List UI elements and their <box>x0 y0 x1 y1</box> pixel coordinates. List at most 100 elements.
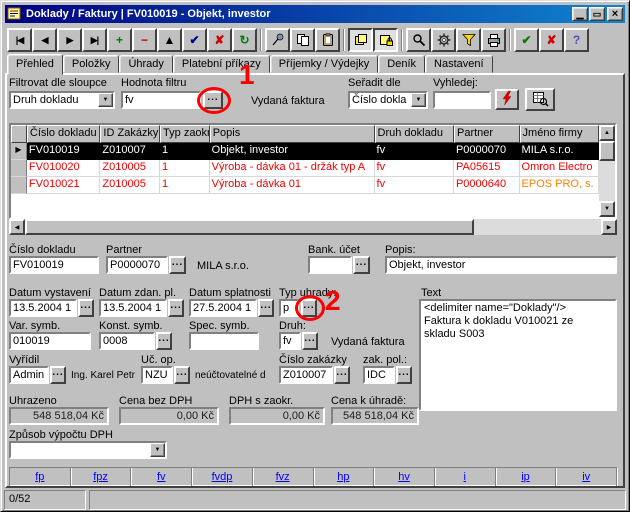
cena-bez-dph-label: Cena bez DPH <box>119 395 192 407</box>
scroll-left-button[interactable]: ◀ <box>9 219 25 235</box>
vertical-scroll-thumb[interactable] <box>599 141 615 161</box>
filter-value-input[interactable] <box>121 91 201 109</box>
bank-ucet-lookup-button[interactable]: ... <box>353 256 370 274</box>
link-fpz[interactable]: fpz <box>93 471 108 483</box>
link-i[interactable]: i <box>464 471 466 483</box>
var-symb-input[interactable] <box>9 332 91 350</box>
datum-splatnosti-picker-button[interactable]: ... <box>258 299 274 317</box>
grid-header-cislo-dokladu[interactable]: Číslo dokladu <box>27 125 101 143</box>
add-record-button[interactable]: + <box>107 28 132 52</box>
cislo-dokladu-input[interactable] <box>9 256 99 274</box>
spec-symb-input[interactable] <box>189 332 259 350</box>
link-hp[interactable]: hp <box>337 471 349 483</box>
link-iv[interactable]: iv <box>582 471 590 483</box>
confirm-button[interactable]: ✔ <box>514 28 539 52</box>
first-record-button[interactable]: |◀ <box>7 28 32 52</box>
documents-button[interactable] <box>348 28 373 52</box>
grid-search-button[interactable] <box>525 88 555 111</box>
next-record-button[interactable]: ▶ <box>57 28 82 52</box>
grid-header-partner[interactable]: Partner <box>454 125 520 143</box>
search-button[interactable] <box>406 28 431 52</box>
prev-record-button[interactable]: ◀ <box>32 28 57 52</box>
zak-pol-input[interactable] <box>363 366 395 384</box>
help-button[interactable]: ? <box>564 28 589 52</box>
text-memo[interactable]: <delimiter name="Doklady"/> Faktura k do… <box>419 299 617 411</box>
link-fvz[interactable]: fvz <box>276 471 290 483</box>
bank-ucet-input[interactable] <box>308 256 352 274</box>
close-form-button[interactable]: ✘ <box>539 28 564 52</box>
grid-header-popis[interactable]: Popis <box>210 125 375 143</box>
scroll-down-button[interactable]: ▼ <box>599 201 615 217</box>
search-input[interactable] <box>433 91 491 109</box>
tab-uhrady[interactable]: Úhrady <box>119 55 172 73</box>
typ-uhrady-lookup-button[interactable]: ... <box>301 299 317 317</box>
execute-search-button[interactable] <box>495 89 519 110</box>
cislo-zakazky-input[interactable] <box>279 366 333 384</box>
datum-zdan-pl-picker-button[interactable]: ... <box>168 299 184 317</box>
uc-op-lookup-button[interactable]: ... <box>174 366 190 384</box>
scroll-right-button[interactable]: ▶ <box>601 219 617 235</box>
sort-select[interactable]: Číslo dokla ▼ <box>348 91 428 109</box>
settings-button[interactable] <box>431 28 456 52</box>
pin-button[interactable] <box>265 28 290 52</box>
scroll-up-button[interactable]: ▲ <box>599 125 615 141</box>
grid-header-druh-dokladu[interactable]: Druh dokladu <box>375 125 454 143</box>
link-fp[interactable]: fp <box>35 471 44 483</box>
partner-input[interactable] <box>106 256 168 274</box>
link-fvdp[interactable]: fvdp <box>212 471 233 483</box>
druh-input[interactable] <box>279 332 301 350</box>
tab-nastaveni[interactable]: Nastavení <box>425 55 493 73</box>
table-row[interactable]: ▶ FV010019 Z010007 1 Objekt, investor fv… <box>11 143 599 160</box>
konst-symb-lookup-button[interactable]: ... <box>156 332 172 350</box>
tab-polozky[interactable]: Položky <box>63 55 120 73</box>
last-record-button[interactable]: ▶| <box>82 28 107 52</box>
post-record-button[interactable]: ✔ <box>182 28 207 52</box>
horizontal-scroll-thumb[interactable] <box>25 219 474 235</box>
uc-op-input[interactable] <box>141 366 173 384</box>
card-index-button[interactable] <box>373 28 398 52</box>
refresh-button[interactable]: ↻ <box>232 28 257 52</box>
copy-button[interactable] <box>290 28 315 52</box>
paste-button[interactable] <box>315 28 340 52</box>
tab-platebni-prikazy[interactable]: Platební příkazy <box>173 55 270 73</box>
cancel-edit-button[interactable]: ✘ <box>207 28 232 52</box>
grid-header-jmeno-firmy[interactable]: Jméno firmy <box>520 125 599 143</box>
grid-header-id-zakazky[interactable]: ID Zakázky <box>100 125 160 143</box>
grid-header-typ-zaokr[interactable]: Typ zaokr. <box>160 125 210 143</box>
zpusob-vypoctu-dph-select[interactable]: ▼ <box>9 441 167 459</box>
filter-button[interactable] <box>456 28 481 52</box>
tab-prijemky-vydejky[interactable]: Příjemky / Výdejky <box>270 55 378 73</box>
cislo-zakazky-lookup-button[interactable]: ... <box>334 366 350 384</box>
datum-vystaveni-picker-button[interactable]: ... <box>78 299 94 317</box>
filter-column-select[interactable]: Druh dokladu ▼ <box>9 91 115 109</box>
tab-denik[interactable]: Deník <box>378 55 425 73</box>
grid-header-selector[interactable] <box>11 125 27 143</box>
table-row[interactable]: FV010021 Z010005 1 Výroba - dávka 01 fv … <box>11 177 599 194</box>
datum-vystaveni-input[interactable] <box>9 299 77 317</box>
chevron-down-icon[interactable]: ▼ <box>150 443 165 457</box>
minimize-button[interactable]: ▁ <box>572 7 588 21</box>
datum-zdan-pl-input[interactable] <box>99 299 167 317</box>
vyridil-input[interactable] <box>9 366 49 384</box>
link-ip[interactable]: ip <box>521 471 530 483</box>
druh-lookup-button[interactable]: ... <box>302 332 318 350</box>
link-fv[interactable]: fv <box>157 471 166 483</box>
link-hv[interactable]: hv <box>398 471 410 483</box>
vyridil-lookup-button[interactable]: ... <box>50 366 66 384</box>
datum-splatnosti-input[interactable] <box>189 299 257 317</box>
print-button[interactable] <box>481 28 506 52</box>
popis-input[interactable] <box>385 256 617 274</box>
chevron-down-icon[interactable]: ▼ <box>98 93 113 107</box>
zak-pol-lookup-button[interactable]: ... <box>396 366 412 384</box>
typ-uhrady-input[interactable] <box>279 299 299 317</box>
delete-record-button[interactable]: − <box>132 28 157 52</box>
konst-symb-input[interactable] <box>99 332 155 350</box>
table-row[interactable]: FV010020 Z010005 1 Výroba - dávka 01 - d… <box>11 160 599 177</box>
chevron-down-icon[interactable]: ▼ <box>411 93 426 107</box>
edit-record-button[interactable]: ▲ <box>157 28 182 52</box>
maximize-button[interactable]: ▭ <box>589 7 605 21</box>
tab-prehled[interactable]: Přehled <box>7 54 63 75</box>
filter-value-lookup-button[interactable]: ... <box>203 91 223 109</box>
close-window-button[interactable]: × <box>607 7 623 21</box>
partner-lookup-button[interactable]: ... <box>169 256 186 274</box>
